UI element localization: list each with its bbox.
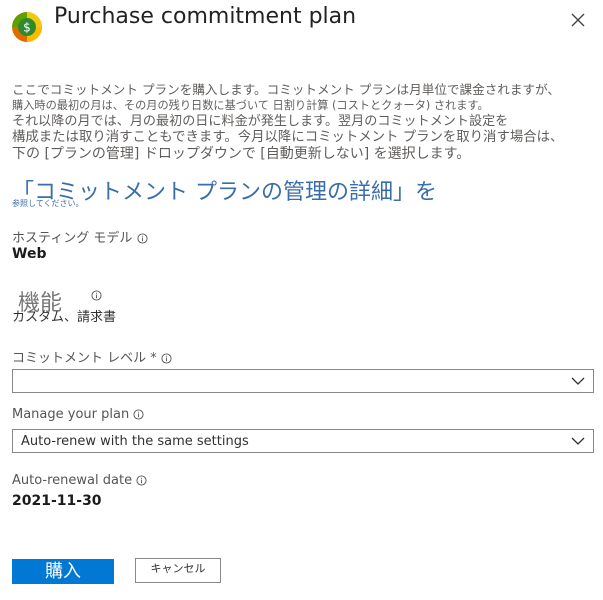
description-line: 構成または取り消すこともできます。今月以降にコミットメント プランを取り消す場合… — [12, 130, 564, 145]
chevron-down-icon — [571, 437, 585, 445]
panel-title: Purchase commitment plan — [54, 4, 357, 29]
svg-text:$: $ — [23, 21, 31, 35]
renewal-date-label: Auto-renewal date — [12, 473, 147, 488]
info-icon[interactable] — [136, 233, 148, 244]
close-icon[interactable] — [566, 8, 590, 32]
info-icon[interactable] — [161, 353, 172, 364]
cancel-button[interactable]: キャンセル — [135, 558, 221, 583]
description-line: それ以降の月では、月の最初の日に料金が発生します。翌月のコミットメント設定を — [12, 114, 509, 129]
manage-plan-value: Auto-renew with the same settings — [21, 434, 249, 449]
manage-plans-link-suffix: 参照してください。 — [12, 199, 84, 208]
manage-plan-dropdown[interactable]: Auto-renew with the same settings — [12, 429, 594, 453]
chevron-down-icon — [571, 377, 585, 385]
features-value: カスタム、請求書 — [12, 310, 117, 325]
commitment-level-label: コミットメント レベル * — [12, 347, 172, 366]
info-icon[interactable] — [91, 290, 102, 301]
hosting-model-value: Web — [12, 246, 47, 262]
hosting-model-label: ホスティング モデル — [12, 227, 148, 246]
commitment-level-dropdown[interactable] — [12, 369, 594, 393]
plan-description: ここでコミットメント プランを購入します。コミットメント プランは月単位で課金さ… — [12, 82, 582, 162]
renewal-date-value: 2021-11-30 — [12, 493, 102, 509]
info-icon[interactable] — [136, 475, 147, 486]
description-line: 購入時の最初の月は、その月の残り日数に基づいて 日割り計算 (コストとクォータ)… — [12, 99, 489, 112]
info-icon[interactable] — [133, 409, 144, 420]
description-line: ここでコミットメント プランを購入します。コミットメント プランは月単位で課金さ… — [12, 82, 561, 97]
purchase-button[interactable]: 購入 — [12, 559, 114, 584]
description-line: 下の [プランの管理] ドロップダウンで [自動更新しない] を選択します。 — [12, 146, 471, 162]
manage-plan-label: Manage your plan — [12, 407, 144, 422]
cognitive-services-icon: $ — [12, 12, 42, 42]
